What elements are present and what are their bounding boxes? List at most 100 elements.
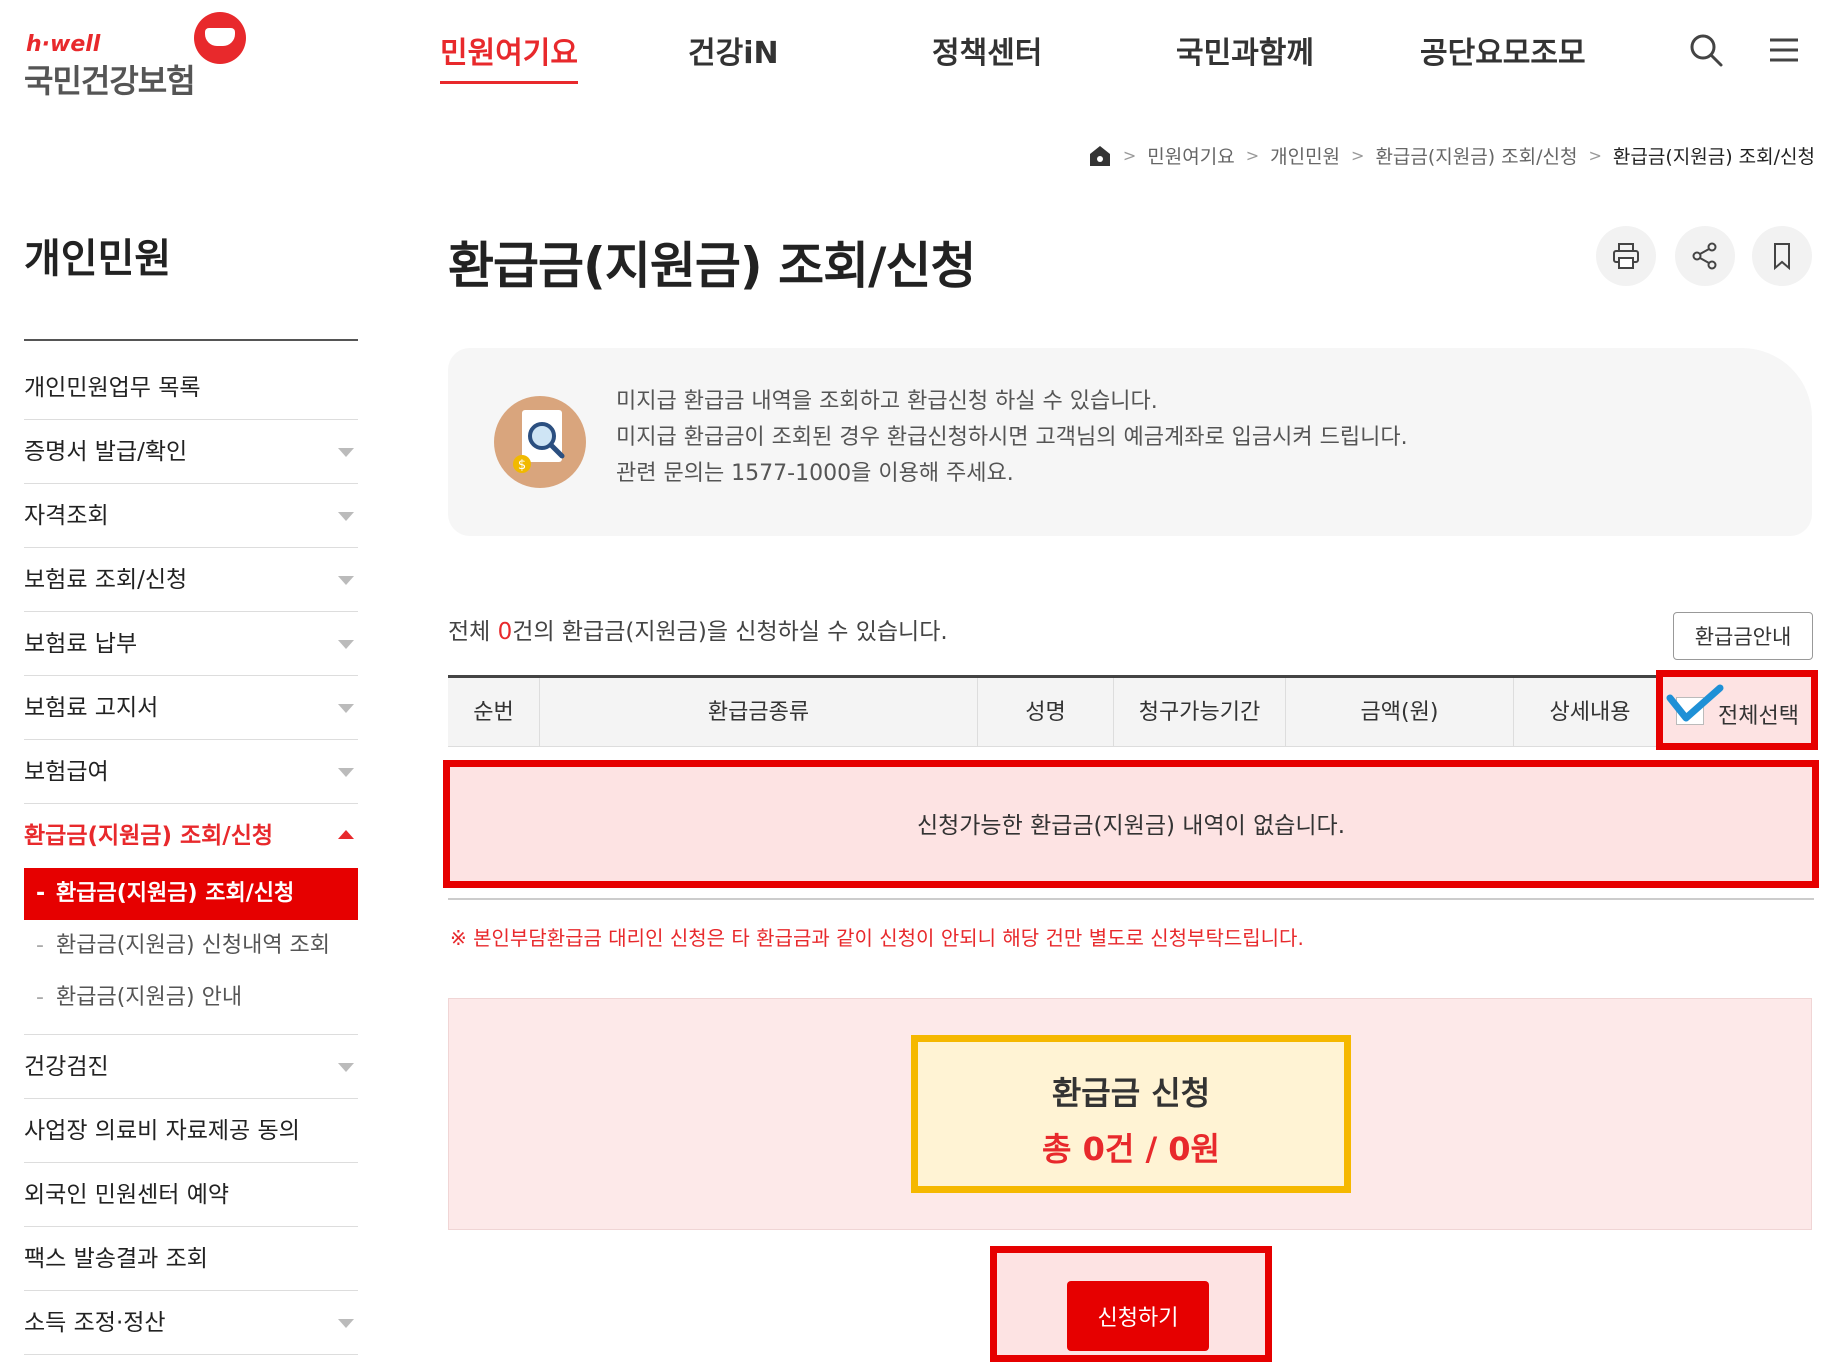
nav-item-with-people[interactable]: 국민과함께	[1176, 28, 1314, 72]
col-header-refund-type: 환급금종류	[540, 678, 978, 747]
breadcrumb-item[interactable]: 민원여기요	[1147, 142, 1234, 169]
logo-brand: h·well	[26, 32, 101, 57]
sidebar-divider	[24, 339, 358, 341]
chevron-down-icon	[338, 640, 354, 649]
info-text: 미지급 환급금 내역을 조회하고 환급신청 하실 수 있습니다. 미지급 환급금…	[616, 384, 1408, 492]
bookmark-icon	[1774, 243, 1790, 271]
breadcrumb-separator: >	[1245, 146, 1260, 165]
submit-button[interactable]: 신청하기	[1067, 1281, 1209, 1351]
refund-table-header: 순번 환급금종류 성명 청구가능기간 금액(원) 상세내용	[448, 675, 1814, 747]
table-bottom-divider	[448, 898, 1814, 900]
nav-item-about[interactable]: 공단요모조모	[1420, 28, 1586, 72]
sidebar-item-qualification[interactable]: 자격조회	[24, 484, 358, 548]
print-icon	[1613, 243, 1639, 269]
sidebar-item-premium-payment[interactable]: 보험료 납부	[24, 612, 358, 676]
sidebar-item-label: 사업장 의료비 자료제공 동의	[24, 1118, 300, 1144]
summary-highlight: 환급금 신청 총 0건 / 0원	[911, 1035, 1351, 1193]
breadcrumb-separator: >	[1588, 146, 1602, 165]
search-icon[interactable]	[1688, 32, 1724, 68]
refund-count: 0	[497, 619, 513, 645]
breadcrumb-current: 환급금(지원금) 조회/신청	[1612, 146, 1815, 168]
refund-guide-button[interactable]: 환급금안내	[1673, 612, 1813, 660]
chevron-down-icon	[338, 512, 354, 521]
sidebar-item-medical-data-consent[interactable]: 사업장 의료비 자료제공 동의	[24, 1099, 358, 1163]
site-logo[interactable]: h·well 국민건강보험	[24, 12, 254, 100]
page-title: 환급금(지원금) 조회/신청	[448, 237, 976, 295]
svg-text:$: $	[518, 458, 526, 473]
refund-count-text: 전체 0건의 환급금(지원금)을 신청하실 수 있습니다.	[448, 612, 948, 646]
sidebar-subitem-label: 환급금(지원금) 신청내역 조회	[56, 933, 331, 958]
sidebar-item-foreigner-center[interactable]: 외국인 민원센터 예약	[24, 1163, 358, 1227]
nav-item-policy-center[interactable]: 정책센터	[932, 28, 1042, 72]
col-header-claim-period: 청구가능기간	[1114, 678, 1286, 747]
col-header-amount: 금액(원)	[1286, 678, 1514, 747]
sidebar-item-label: 자격조회	[24, 503, 109, 529]
info-line: 관련 문의는 1577-1000을 이용해 주세요.	[616, 461, 1014, 486]
sidebar-item-label: 보험급여	[24, 759, 109, 785]
col-header-number: 순번	[448, 678, 540, 747]
summary-title: 환급금 신청	[1051, 1074, 1211, 1112]
chevron-down-icon	[338, 1319, 354, 1328]
sidebar-item-refund[interactable]: 환급금(지원금) 조회/신청	[24, 804, 358, 868]
sidebar-submenu: - 환급금(지원금) 조회/신청 - 환급금(지원금) 신청내역 조회 - 환급금(지…	[24, 868, 358, 1035]
sidebar-item-label: 증명서 발급/확인	[24, 439, 188, 465]
sidebar-item-label: 개인민원업무 목록	[24, 375, 201, 401]
breadcrumb-item[interactable]: 개인민원	[1270, 142, 1340, 169]
breadcrumb: > 민원여기요 > 개인민원 > 환급금(지원금) 조회/신청 > 환급금(지원…	[1088, 142, 1815, 169]
sidebar-menu: 개인민원업무 목록 증명서 발급/확인 자격조회 보험료 조회/신청 보험료 납…	[24, 356, 358, 1355]
chevron-down-icon	[338, 576, 354, 585]
count-suffix: 건의 환급금(지원금)을 신청하실 수 있습니다.	[512, 619, 948, 645]
info-box: $ 미지급 환급금 내역을 조회하고 환급신청 하실 수 있습니다. 미지급 환…	[448, 348, 1812, 536]
chevron-down-icon	[338, 704, 354, 713]
share-button[interactable]	[1675, 226, 1735, 286]
logo-name: 국민건강보험	[24, 62, 196, 100]
sidebar-title: 개인민원	[24, 236, 172, 282]
dash-icon: -	[36, 985, 44, 1010]
sidebar-item-certificate[interactable]: 증명서 발급/확인	[24, 420, 358, 484]
breadcrumb-item[interactable]: 환급금(지원금) 조회/신청	[1375, 142, 1577, 169]
menu-icon[interactable]	[1766, 32, 1802, 68]
sidebar-item-label: 소득 조정·정산	[24, 1310, 166, 1336]
sidebar-item-label: 환급금(지원금) 조회/신청	[24, 823, 274, 849]
summary-total: 총 0건 / 0원	[1042, 1130, 1220, 1168]
submit-highlight: 신청하기	[990, 1246, 1272, 1362]
sidebar-item-benefits[interactable]: 보험급여	[24, 740, 358, 804]
sidebar-subitem-label: 환급금(지원금) 조회/신청	[56, 881, 295, 906]
sidebar-item-fax-result[interactable]: 팩스 발송결과 조회	[24, 1227, 358, 1291]
select-all-label[interactable]: 전체선택	[1718, 698, 1799, 730]
dash-icon: -	[36, 933, 44, 958]
sidebar-subitem-refund-guide[interactable]: - 환급금(지원금) 안내	[24, 972, 358, 1024]
info-line: 미지급 환급금 내역을 조회하고 환급신청 하실 수 있습니다.	[616, 389, 1158, 414]
sidebar-item-label: 건강검진	[24, 1054, 109, 1080]
search-document-icon: $	[494, 396, 586, 488]
dash-icon: -	[36, 881, 46, 906]
sidebar-item-label: 보험료 조회/신청	[24, 567, 188, 593]
bookmark-button[interactable]	[1752, 226, 1812, 286]
sidebar-subitem-label: 환급금(지원금) 안내	[56, 985, 243, 1010]
breadcrumb-separator: >	[1351, 146, 1365, 165]
print-button[interactable]	[1596, 226, 1656, 286]
sidebar-item-premium-inquiry[interactable]: 보험료 조회/신청	[24, 548, 358, 612]
sidebar-item-label: 보험료 납부	[24, 631, 138, 657]
chevron-up-icon	[338, 830, 354, 839]
nav-item-health-in[interactable]: 건강iN	[688, 28, 779, 72]
nav-item-minwon[interactable]: 민원여기요	[440, 28, 578, 84]
sidebar-item-premium-notice[interactable]: 보험료 고지서	[24, 676, 358, 740]
sidebar-item-label: 외국인 민원센터 예약	[24, 1182, 230, 1208]
logo-mark-icon	[194, 12, 246, 64]
breadcrumb-separator: >	[1122, 146, 1137, 165]
checkmark-icon	[1666, 684, 1724, 722]
share-icon	[1692, 242, 1717, 270]
col-header-name: 성명	[978, 678, 1114, 747]
info-line: 미지급 환급금이 조회된 경우 환급신청하시면 고객님의 예금계좌로 입금시켜 …	[616, 425, 1408, 450]
col-header-details: 상세내용	[1549, 700, 1631, 725]
sidebar-subitem-refund-inquiry[interactable]: - 환급금(지원금) 조회/신청	[24, 868, 358, 920]
sidebar-item-label: 팩스 발송결과 조회	[24, 1246, 208, 1272]
chevron-down-icon	[338, 768, 354, 777]
notice-text: ※ 본인부담환급금 대리인 신청은 타 환급금과 같이 신청이 안되니 해당 건…	[450, 926, 1304, 950]
home-icon[interactable]	[1088, 144, 1112, 168]
sidebar-item-checkup[interactable]: 건강검진	[24, 1035, 358, 1099]
sidebar-subitem-refund-history[interactable]: - 환급금(지원금) 신청내역 조회	[24, 920, 358, 972]
sidebar-item-list[interactable]: 개인민원업무 목록	[24, 356, 358, 420]
sidebar-item-income-settlement[interactable]: 소득 조정·정산	[24, 1291, 358, 1355]
